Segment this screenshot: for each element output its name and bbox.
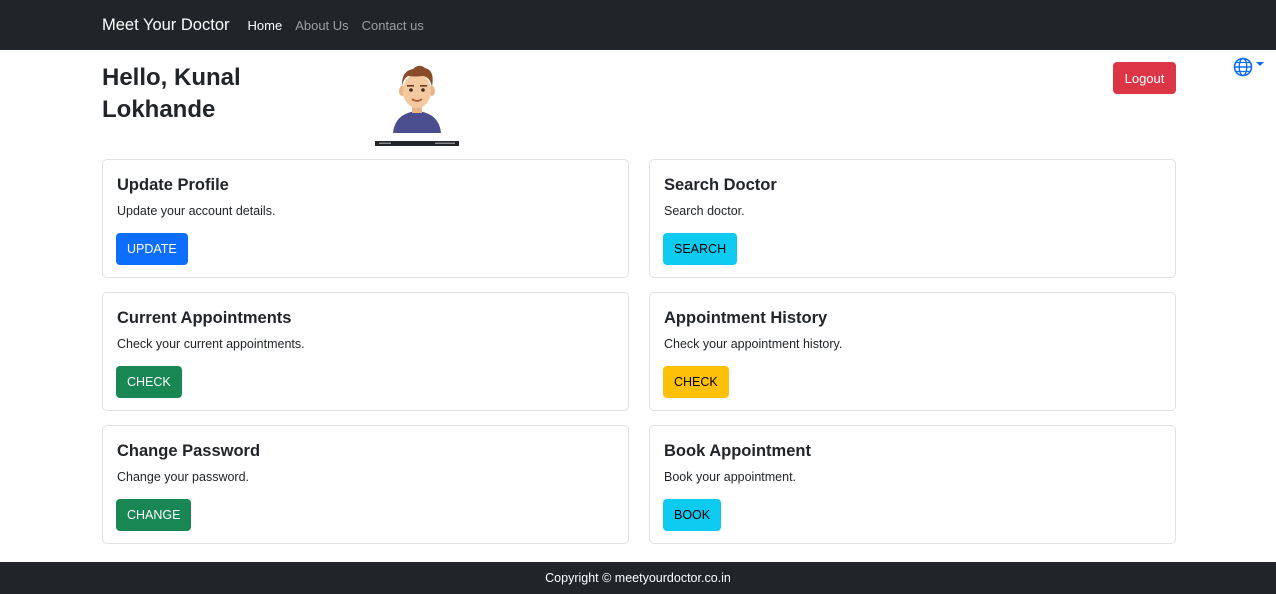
- check-history-button[interactable]: CHECK: [663, 366, 729, 398]
- card-title: Appointment History: [664, 309, 828, 327]
- check-current-button[interactable]: CHECK: [116, 366, 182, 398]
- card-title: Current Appointments: [117, 309, 292, 327]
- card-title: Book Appointment: [664, 442, 811, 460]
- card-text: Check your appointment history.: [664, 337, 843, 351]
- card-text: Change your password.: [117, 470, 250, 484]
- language-dropdown[interactable]: [1233, 56, 1267, 78]
- logout-button[interactable]: Logout: [1113, 62, 1176, 94]
- card-title: Update Profile: [117, 176, 229, 194]
- update-button[interactable]: UPDATE: [116, 233, 188, 265]
- greeting-line-1: Hello, Kunal: [102, 64, 241, 91]
- card-book-appointment: Book Appointment Book your appointment. …: [649, 425, 1176, 544]
- card-text: Check your current appointments.: [117, 337, 305, 351]
- nav-link-contact-us[interactable]: Contact us: [362, 18, 424, 33]
- search-button[interactable]: SEARCH: [663, 233, 738, 265]
- globe-icon: [1233, 57, 1253, 77]
- card-change-password: Change Password Change your password. CH…: [102, 425, 629, 544]
- caret-down-icon: [1256, 62, 1264, 66]
- book-button[interactable]: BOOK: [663, 499, 722, 531]
- card-text: Book your appointment.: [664, 470, 797, 484]
- page: Meet Your Doctor Home About Us Contact u…: [0, 0, 1276, 594]
- card-text: Search doctor.: [664, 204, 745, 218]
- card-appointment-history: Appointment History Check your appointme…: [649, 292, 1176, 411]
- navbar-brand[interactable]: Meet Your Doctor: [102, 16, 230, 35]
- card-update-profile: Update Profile Update your account detai…: [102, 159, 629, 278]
- nav-link-home[interactable]: Home: [248, 18, 283, 33]
- avatar: [375, 65, 459, 146]
- card-title: Change Password: [117, 442, 261, 460]
- card-text: Update your account details.: [117, 204, 276, 218]
- card-search-doctor: Search Doctor Search doctor. SEARCH: [649, 159, 1176, 278]
- greeting-heading: Hello, Kunal Lokhande: [102, 62, 302, 126]
- nav-link-about-us[interactable]: About Us: [295, 18, 348, 33]
- card-current-appointments: Current Appointments Check your current …: [102, 292, 629, 411]
- greeting-line-2: Lokhande: [102, 96, 216, 123]
- copyright-text: Copyright © meetyourdoctor.co.in: [545, 571, 731, 585]
- navbar: Meet Your Doctor Home About Us Contact u…: [0, 0, 1276, 50]
- change-button[interactable]: CHANGE: [116, 499, 192, 531]
- footer: Copyright © meetyourdoctor.co.in: [0, 562, 1276, 594]
- card-title: Search Doctor: [664, 176, 777, 194]
